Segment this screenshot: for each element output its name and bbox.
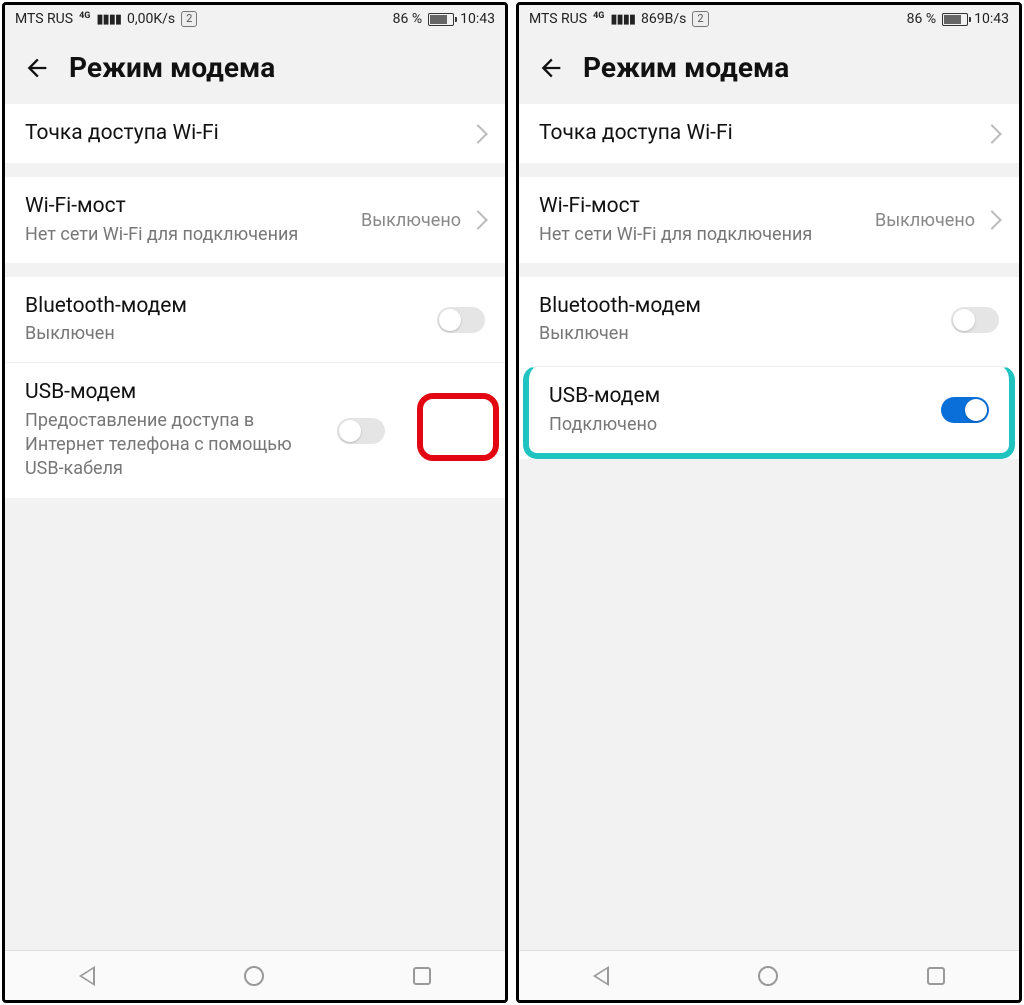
data-rate: 0,00K/s <box>127 11 175 27</box>
status-bar: MTS RUS 4G ▮▮▮▮ 869B/s 2 86 % 10:43 <box>519 5 1019 33</box>
nav-home-icon[interactable] <box>244 966 264 986</box>
usb-tether-toggle[interactable] <box>337 418 385 444</box>
back-icon[interactable] <box>23 54 51 82</box>
wifi-bridge-title: Wi-Fi-мост <box>25 193 349 220</box>
phone-left: MTS RUS 4G ▮▮▮▮ 0,00K/s 2 86 % 10:43 Реж… <box>2 2 508 1003</box>
phone-right: MTS RUS 4G ▮▮▮▮ 869B/s 2 86 % 10:43 Режи… <box>516 2 1022 1003</box>
wifi-bridge-value: Выключено <box>875 210 975 231</box>
chevron-right-icon <box>468 124 488 144</box>
row-wifi-bridge[interactable]: Wi-Fi-мост Нет сети Wi-Fi для подключени… <box>519 177 1019 263</box>
row-wifi-bridge[interactable]: Wi-Fi-мост Нет сети Wi-Fi для подключени… <box>5 177 505 263</box>
bt-tether-sub: Выключен <box>25 322 425 346</box>
row-usb-tether[interactable]: USB-модем Предоставление доступа в Интер… <box>5 362 505 497</box>
wifi-hotspot-title: Точка доступа Wi-Fi <box>539 120 973 147</box>
battery-icon <box>428 13 454 26</box>
bt-tether-title: Bluetooth-модем <box>539 293 939 320</box>
nav-bar <box>5 950 505 1000</box>
row-wifi-hotspot[interactable]: Точка доступа Wi-Fi <box>519 104 1019 163</box>
chevron-right-icon <box>982 124 1002 144</box>
battery-icon <box>942 13 968 26</box>
bt-tether-toggle[interactable] <box>437 307 485 333</box>
wifi-hotspot-title: Точка доступа Wi-Fi <box>25 120 459 147</box>
clock: 10:43 <box>460 11 495 27</box>
sim-badge: 2 <box>692 11 708 27</box>
battery-percent: 86 % <box>393 11 422 27</box>
usb-tether-title: USB-модем <box>549 383 929 410</box>
usb-tether-title: USB-модем <box>25 379 325 406</box>
row-bluetooth-tether[interactable]: Bluetooth-модем Выключен <box>519 277 1019 363</box>
usb-tether-sub: Подключено <box>549 413 929 437</box>
nav-back-icon[interactable] <box>79 966 95 986</box>
carrier-label: MTS RUS <box>15 11 73 27</box>
nav-back-icon[interactable] <box>593 966 609 986</box>
wifi-bridge-value: Выключено <box>361 210 461 231</box>
status-bar: MTS RUS 4G ▮▮▮▮ 0,00K/s 2 86 % 10:43 <box>5 5 505 33</box>
nav-bar <box>519 950 1019 1000</box>
row-bluetooth-tether[interactable]: Bluetooth-модем Выключен <box>5 277 505 363</box>
chevron-right-icon <box>468 210 488 230</box>
nav-home-icon[interactable] <box>758 966 778 986</box>
signal-icon: ▮▮▮▮ <box>610 12 635 27</box>
wifi-bridge-title: Wi-Fi-мост <box>539 193 863 220</box>
page-title: Режим модема <box>583 51 789 84</box>
wifi-bridge-sub: Нет сети Wi-Fi для подключения <box>539 223 863 247</box>
sim-badge: 2 <box>181 11 197 27</box>
carrier-label: MTS RUS <box>529 11 587 27</box>
page-title: Режим модема <box>69 51 275 84</box>
annotation-highlight-red <box>417 393 499 461</box>
bt-tether-title: Bluetooth-модем <box>25 293 425 320</box>
app-header: Режим модема <box>5 33 505 104</box>
row-wifi-hotspot[interactable]: Точка доступа Wi-Fi <box>5 104 505 163</box>
chevron-right-icon <box>982 210 1002 230</box>
clock: 10:43 <box>974 11 1009 27</box>
usb-tether-toggle[interactable] <box>941 397 989 423</box>
bt-tether-toggle[interactable] <box>951 307 999 333</box>
back-icon[interactable] <box>537 54 565 82</box>
network-type: 4G <box>79 11 90 21</box>
battery-percent: 86 % <box>907 11 936 27</box>
data-rate: 869B/s <box>641 11 686 27</box>
settings-list: Точка доступа Wi-Fi Wi-Fi-мост Нет сети … <box>5 104 505 950</box>
row-usb-tether[interactable]: USB-модем Подключено <box>523 366 1015 459</box>
settings-list: Точка доступа Wi-Fi Wi-Fi-мост Нет сети … <box>519 104 1019 950</box>
network-type: 4G <box>593 11 604 21</box>
signal-icon: ▮▮▮▮ <box>96 12 121 27</box>
nav-recent-icon[interactable] <box>927 967 945 985</box>
wifi-bridge-sub: Нет сети Wi-Fi для подключения <box>25 223 349 247</box>
bt-tether-sub: Выключен <box>539 322 939 346</box>
nav-recent-icon[interactable] <box>413 967 431 985</box>
app-header: Режим модема <box>519 33 1019 104</box>
usb-tether-sub: Предоставление доступа в Интернет телефо… <box>25 409 325 482</box>
